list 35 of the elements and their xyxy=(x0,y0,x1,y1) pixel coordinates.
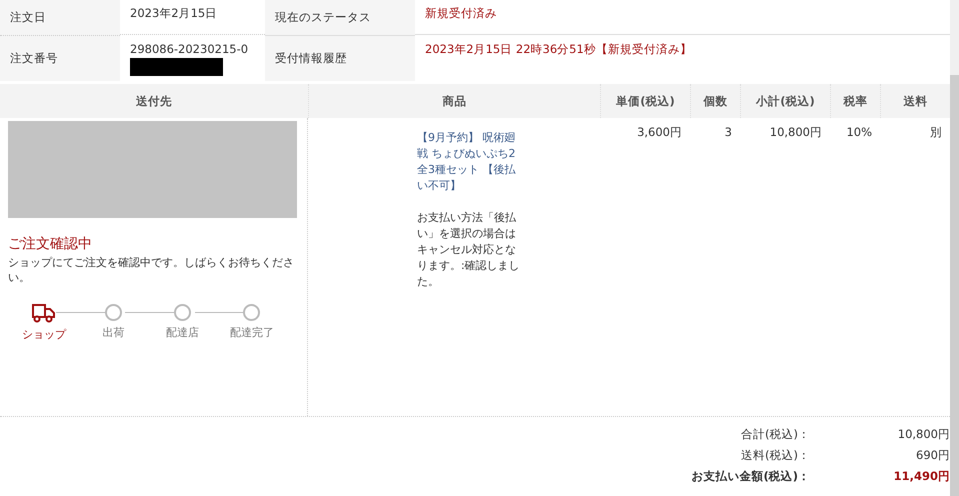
step-label: 配達店 xyxy=(166,325,200,340)
field-label: 受付情報履歴 xyxy=(265,36,415,81)
status-message: ショップにてご注文を確認中です。しばらくお待ちください。 xyxy=(8,255,295,285)
column-header: 小計(税込) xyxy=(740,84,830,118)
field-label: 注文日 xyxy=(0,0,120,36)
table-cell-text: 10% xyxy=(845,124,873,141)
total-label: お支払い金額(税込)： xyxy=(691,468,810,485)
column-header: 商品 xyxy=(308,84,600,118)
status-value: 2023年2月15日 22時36分51秒【新規受付済み】 xyxy=(425,42,692,56)
status-title: ご注文確認中 xyxy=(8,235,93,253)
table-cell-text: 3,600円 xyxy=(636,124,683,141)
total-value: 11,490円 xyxy=(892,468,950,485)
column-header: 税率 xyxy=(830,84,880,118)
column-header: 個数 xyxy=(690,84,740,118)
field-value: 298086-20230215-0 xyxy=(130,42,248,56)
column-header: 送付先 xyxy=(0,84,308,118)
total-label: 合計(税込)： xyxy=(740,426,810,443)
table-cell-text: 別 xyxy=(929,124,943,141)
step-label: 出荷 xyxy=(102,325,124,340)
product-link[interactable]: 【9月予約】 呪術廻戦 ちょびぬいぷち2 全3種セット 【後払い不可】 xyxy=(417,130,521,194)
field-value: 2023年2月15日 xyxy=(130,6,218,20)
total-label: 送料(税込)： xyxy=(740,447,810,464)
field-label: 注文番号 xyxy=(0,36,120,81)
scrollbar-thumb[interactable] xyxy=(950,75,959,496)
step-label: ショップ xyxy=(22,327,66,342)
table-cell-text: 3 xyxy=(724,124,733,141)
status-value: 新規受付済み xyxy=(425,6,497,20)
field-label: 現在のステータス xyxy=(265,0,415,36)
product-note: お支払い方法「後払い」を選択の場合はキャンセル対応となります。:確認しました。 xyxy=(417,210,521,290)
column-header: 送料 xyxy=(880,84,950,118)
total-value: 10,800円 xyxy=(896,426,950,443)
table-cell-text: 10,800円 xyxy=(768,124,823,141)
column-header: 単価(税込) xyxy=(600,84,690,118)
total-value: 690円 xyxy=(915,447,950,464)
step-label: 配達完了 xyxy=(230,325,274,340)
